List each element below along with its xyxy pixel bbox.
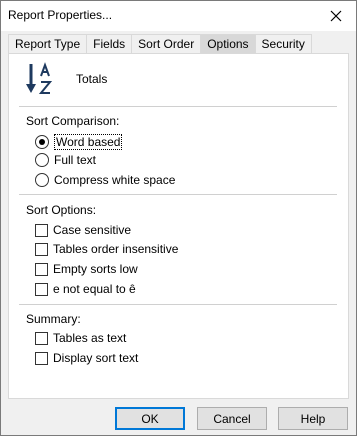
radio-label: Compress white space	[54, 173, 176, 187]
checkbox-tables-as-text[interactable]: Tables as text	[35, 331, 126, 345]
checkbox-case-sensitive[interactable]: Case sensitive	[35, 223, 131, 237]
header-title: Totals	[76, 72, 108, 86]
radio-word-based[interactable]: Word based	[35, 134, 123, 150]
tab-security[interactable]: Security	[254, 34, 312, 53]
radio-label: Word based	[54, 134, 123, 150]
close-button[interactable]	[316, 1, 356, 31]
sort-az-icon	[26, 62, 53, 94]
checkbox-label: Tables as text	[53, 331, 127, 345]
tab-sort-order[interactable]: Sort Order	[131, 34, 202, 53]
title-bar: Report Properties...	[1, 1, 356, 31]
checkbox[interactable]	[35, 262, 48, 276]
radio-button[interactable]	[35, 135, 49, 149]
divider	[19, 194, 337, 195]
sort-options-label: Sort Options:	[26, 203, 97, 217]
checkbox-label: e not equal to ê	[53, 282, 136, 296]
checkbox-label: Tables order insensitive	[53, 242, 179, 256]
checkbox[interactable]	[35, 242, 48, 256]
options-panel: Totals Sort Comparison: Word based Full …	[8, 53, 349, 399]
radio-full-text[interactable]: Full text	[35, 153, 96, 167]
cancel-button[interactable]: Cancel	[197, 407, 267, 430]
checkbox[interactable]	[35, 223, 48, 237]
tab-report-type[interactable]: Report Type	[8, 34, 88, 53]
sort-comparison-label: Sort Comparison:	[26, 114, 120, 128]
help-button[interactable]: Help	[278, 407, 348, 430]
ok-button[interactable]: OK	[115, 407, 185, 430]
checkbox-display-sort-text[interactable]: Display sort text	[35, 351, 138, 365]
checkbox[interactable]	[35, 331, 48, 345]
checkbox-tables-order-insensitive[interactable]: Tables order insensitive	[35, 242, 178, 256]
checkbox[interactable]	[35, 282, 48, 296]
radio-compress-white-space[interactable]: Compress white space	[35, 173, 175, 187]
report-properties-dialog: Report Properties... Report Type Fields …	[0, 0, 357, 436]
divider	[19, 106, 337, 107]
radio-button[interactable]	[35, 153, 49, 167]
summary-label: Summary:	[26, 312, 81, 326]
checkbox-e-not-equal[interactable]: e not equal to ê	[35, 282, 136, 296]
radio-label: Full text	[54, 153, 97, 167]
checkbox-label: Case sensitive	[53, 223, 132, 237]
tab-fields[interactable]: Fields	[86, 34, 133, 53]
checkbox[interactable]	[35, 351, 48, 365]
radio-button[interactable]	[35, 173, 49, 187]
tab-options[interactable]: Options	[200, 34, 256, 53]
divider	[19, 304, 337, 305]
close-icon	[330, 10, 342, 22]
checkbox-label: Display sort text	[53, 351, 139, 365]
checkbox-empty-sorts-low[interactable]: Empty sorts low	[35, 262, 138, 276]
checkbox-label: Empty sorts low	[53, 262, 138, 276]
window-title: Report Properties...	[8, 8, 113, 22]
tab-bar: Report Type Fields Sort Order Options Se…	[8, 34, 312, 53]
